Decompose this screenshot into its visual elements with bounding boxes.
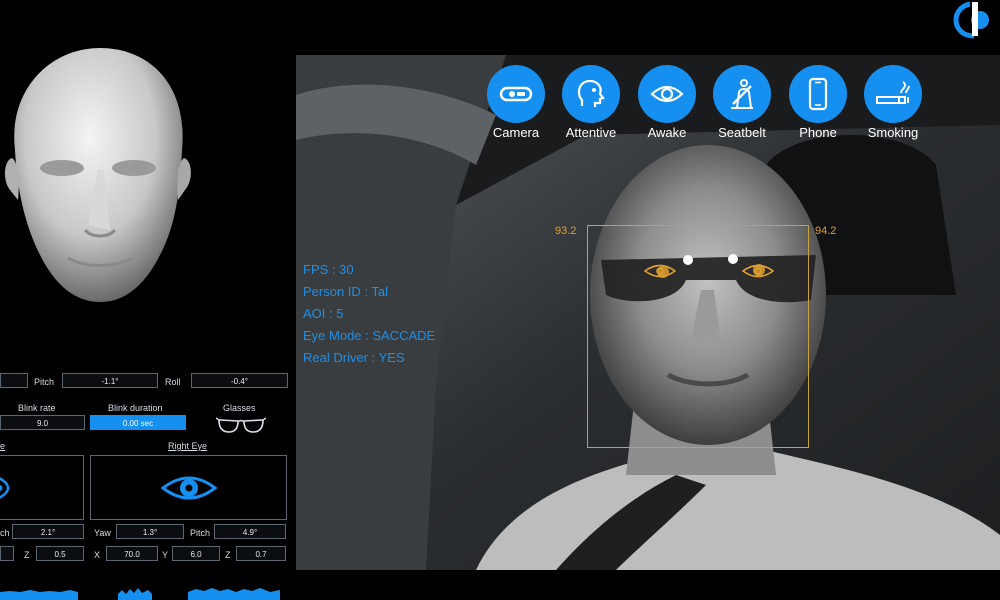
fps-readout: FPS : 30 <box>303 262 354 277</box>
right-eye-y-label: Y <box>162 550 169 560</box>
awake-status-button[interactable] <box>638 65 696 123</box>
right-eye-icon <box>161 476 217 500</box>
face-bounding-box <box>587 225 809 448</box>
head-attentive-icon <box>577 79 605 107</box>
blink-signal-graph <box>0 588 280 600</box>
right-eye-yaw-value: 1.3° <box>116 524 184 539</box>
right-eye-x-value: 70.0 <box>106 546 158 561</box>
aoi-readout: AOI : 5 <box>303 306 344 321</box>
blink-rate-value: 9.0 <box>0 415 85 430</box>
right-eye-label: Right Eye <box>168 441 208 451</box>
yaw-value <box>0 373 28 388</box>
left-eye-pitch-label: ch <box>0 528 10 538</box>
eye-icon <box>650 85 684 103</box>
eye-mode-readout: Eye Mode : SACCADE <box>303 328 436 343</box>
smoking-status-button[interactable] <box>864 65 922 123</box>
blink-duration-value: 0.00 sec <box>90 415 186 430</box>
right-eye-z-label: Z <box>225 550 231 560</box>
blink-duration-label: Blink duration <box>108 403 163 413</box>
left-eye-tracker <box>644 264 676 278</box>
right-eye-x-label: X <box>94 550 101 560</box>
3d-head-model <box>4 48 191 302</box>
left-eye-score: 93.2 <box>555 225 577 237</box>
roll-label: Roll <box>165 377 181 387</box>
left-eye-y-value <box>0 546 14 561</box>
blink-rate-label: Blink rate <box>18 403 56 413</box>
left-eye-pitch-value: 2.1° <box>12 524 84 539</box>
pitch-value: -1.1° <box>62 373 158 388</box>
left-eye-label: e <box>0 441 6 451</box>
left-eye-icon <box>0 477 10 499</box>
cigarette-icon <box>876 81 910 104</box>
driver-metrics-panel: Pitch -1.1° Roll -0.4° Blink rate 9.0 Bl… <box>0 0 296 600</box>
right-eye-pitch-value: 4.9° <box>214 524 286 539</box>
roll-value: -0.4° <box>191 373 288 388</box>
left-eye-z-value: 0.5 <box>36 546 84 561</box>
seatbelt-icon <box>731 79 753 109</box>
glasses-label: Glasses <box>223 403 256 413</box>
glasses-icon <box>216 417 266 433</box>
brand-logo <box>953 1 989 39</box>
camera-status-button[interactable] <box>487 65 545 123</box>
right-eye-box <box>90 455 287 520</box>
right-eye-pitch-label: Pitch <box>190 528 211 538</box>
phone-icon <box>808 77 828 111</box>
real-driver-readout: Real Driver : YES <box>303 350 405 365</box>
smoking-status-label: Smoking <box>867 125 919 140</box>
right-eye-score: 94.2 <box>815 225 837 237</box>
attentive-status-button[interactable] <box>562 65 620 123</box>
person-id-readout: Person ID : Tal <box>303 284 389 299</box>
phone-status-button[interactable] <box>789 65 847 123</box>
left-eye-box <box>0 455 84 520</box>
right-eye-y-value: 6.0 <box>172 546 220 561</box>
left-eye-z-label: Z <box>24 550 30 560</box>
right-eye-z-value: 0.7 <box>236 546 286 561</box>
pitch-label: Pitch <box>34 377 55 387</box>
camera-icon <box>499 86 533 102</box>
right-eye-yaw-label: Yaw <box>94 528 111 538</box>
right-eye-tracker <box>742 264 774 278</box>
seatbelt-status-button[interactable] <box>713 65 771 123</box>
